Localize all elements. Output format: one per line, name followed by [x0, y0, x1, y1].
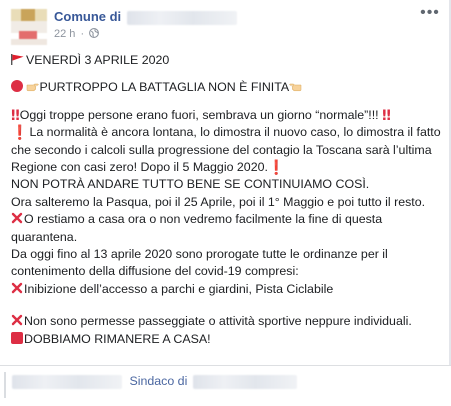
- sindaco-attribution: Sindaco di: [12, 374, 297, 389]
- double-exclamation-icon: ‼: [11, 107, 20, 124]
- red-square-icon: [11, 331, 23, 344]
- globe-icon[interactable]: [89, 28, 100, 38]
- post-timestamp[interactable]: 22 h: [54, 28, 75, 40]
- not-ok-line: NON POTRÀ ANDARE TUTTO BENE SE CONTINUIA…: [11, 177, 370, 192]
- post-header: Comune di 22 h · •••: [8, 5, 443, 46]
- stay-home-text: O restiamo a casa ora o non vedremo faci…: [11, 212, 383, 244]
- more-options-button[interactable]: •••: [419, 5, 441, 26]
- cross-mark-icon: [11, 315, 23, 326]
- parks-line: Inibizione dell’accesso a parchi e giard…: [11, 281, 443, 298]
- cross-mark-icon: [11, 282, 23, 294]
- double-exclamation-icon: ‼: [382, 107, 391, 124]
- headline-text: PURTROPPO LA BATTAGLIA NON È FINITA: [39, 80, 290, 95]
- crowd-line: ‼ Oggi troppe persone erano fuori, sembra…: [11, 107, 443, 124]
- headline-line: PURTROPPO LA BATTAGLIA NON È FINITA: [11, 79, 443, 96]
- walks-line: Non sono permesse passeggiate o attività…: [11, 313, 443, 330]
- normality-text: La normalità è ancora lontana, lo dimost…: [11, 125, 441, 175]
- post-body: VENERDÌ 3 APRILE 2020 PURTROPPO LA BATTA…: [11, 52, 443, 348]
- post-meta: 22 h ·: [54, 28, 100, 40]
- must-stay-line: DOBBIAMO RIMANERE A CASA!: [11, 331, 443, 348]
- page-name-link[interactable]: Comune di: [54, 9, 237, 25]
- red-flag-icon: [11, 54, 24, 65]
- post-footer: Sindaco di: [0, 365, 451, 406]
- page-avatar[interactable]: [11, 9, 47, 45]
- normality-paragraph: ❗La normalità è ancora lontana, lo dimos…: [11, 124, 443, 176]
- crowd-text: Oggi troppe persone erano fuori, sembrav…: [19, 107, 383, 122]
- pointing-right-hand-icon: [27, 84, 40, 92]
- walks-text: Non sono permesse passeggiate o attività…: [24, 314, 412, 329]
- redacted-name: [126, 10, 237, 25]
- cross-mark-icon: [11, 213, 23, 224]
- parks-text: Inibizione dell’accesso a parchi e giard…: [24, 281, 334, 296]
- date-line: VENERDÌ 3 APRILE 2020: [11, 52, 443, 69]
- meta-separator: ·: [80, 28, 85, 40]
- exclamation-icon: ❗: [11, 125, 29, 142]
- holidays-line: Ora salteremo la Pasqua, poi il 25 April…: [11, 194, 426, 209]
- stay-home-paragraph: O restiamo a casa ora o non vedremo faci…: [11, 211, 443, 246]
- pointing-left-hand-icon: [289, 84, 302, 92]
- red-circle-icon: [11, 80, 23, 93]
- redacted-name: [12, 374, 122, 389]
- facebook-post: Comune di 22 h · ••• VENERDÌ 3 APRILE 20…: [0, 0, 451, 406]
- must-stay-text: DOBBIAMO RIMANERE A CASA!: [24, 331, 211, 346]
- redacted-name: [192, 374, 297, 389]
- ordinances-paragraph: Da oggi fino al 13 aprile 2020 sono pror…: [11, 247, 388, 279]
- date-text: VENERDÌ 3 APRILE 2020: [26, 53, 170, 67]
- page-name-text: Comune di: [54, 9, 122, 24]
- divider: [4, 372, 6, 398]
- sindaco-link[interactable]: Sindaco di: [129, 374, 187, 388]
- exclamation-icon: ❗: [267, 160, 286, 177]
